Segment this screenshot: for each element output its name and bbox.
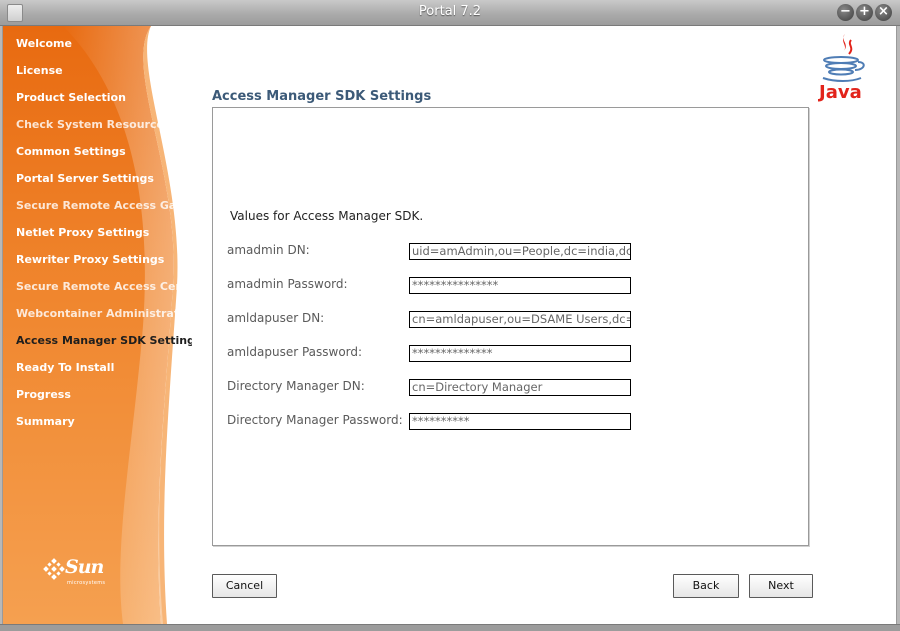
step-netlet-proxy-settings: Netlet Proxy Settings <box>16 226 150 239</box>
sun-logo-text: Sun <box>65 556 104 578</box>
next-button[interactable]: Next <box>749 574 813 598</box>
window-title: Portal 7.2 <box>418 4 482 19</box>
amadmin-password-label: amadmin Password: <box>227 277 348 291</box>
step-portal-server-settings: Portal Server Settings <box>16 172 154 185</box>
step-secure-remote-access-gateway: Secure Remote Access Gateway <box>16 199 192 212</box>
step-product-selection: Product Selection <box>16 91 126 104</box>
amldapuser-dn-label: amldapuser DN: <box>227 311 325 325</box>
java-logo-text: Java <box>819 82 862 103</box>
amldapuser-dn-field[interactable]: cn=amldapuser,ou=DSAME Users,dc=india,dc… <box>409 311 631 328</box>
steps-list: Welcome License Product Selection Check … <box>16 37 192 442</box>
step-access-manager-sdk-settings: Access Manager SDK Settings <box>16 334 192 347</box>
minimize-icon[interactable]: − <box>837 4 854 21</box>
step-progress: Progress <box>16 388 71 401</box>
step-summary: Summary <box>16 415 75 428</box>
step-check-system-resources: Check System Resources <box>16 118 171 131</box>
installer-window: Welcome License Product Selection Check … <box>2 26 897 624</box>
back-button[interactable]: Back <box>673 574 739 598</box>
step-common-settings: Common Settings <box>16 145 126 158</box>
sun-logo-subtext: microsystems <box>67 580 106 586</box>
amldapuser-password-label: amldapuser Password: <box>227 345 363 359</box>
directory-manager-password-field[interactable]: ********** <box>409 413 631 430</box>
amadmin-dn-label: amadmin DN: <box>227 243 310 257</box>
amadmin-password-field[interactable]: *************** <box>409 277 631 294</box>
step-secure-remote-access-certificate: Secure Remote Access Certificate <box>16 280 192 293</box>
settings-panel: Values for Access Manager SDK. amadmin D… <box>212 107 809 546</box>
cancel-button[interactable]: Cancel <box>212 574 277 598</box>
amldapuser-password-field[interactable]: ************** <box>409 345 631 362</box>
step-welcome: Welcome <box>16 37 72 50</box>
step-rewriter-proxy-settings: Rewriter Proxy Settings <box>16 253 165 266</box>
intro-text: Values for Access Manager SDK. <box>230 209 424 223</box>
directory-manager-password-label: Directory Manager Password: <box>227 413 403 427</box>
directory-manager-dn-field[interactable]: cn=Directory Manager <box>409 379 631 396</box>
step-ready-to-install: Ready To Install <box>16 361 115 374</box>
close-icon[interactable]: × <box>875 4 892 21</box>
step-webcontainer-administration: Webcontainer Administration Settings <box>16 307 192 320</box>
directory-manager-dn-label: Directory Manager DN: <box>227 379 365 393</box>
step-license: License <box>16 64 63 77</box>
java-cup-icon <box>822 34 865 82</box>
page-title: Access Manager SDK Settings <box>212 89 432 104</box>
title-bar[interactable]: Portal 7.2 − + × <box>0 0 900 26</box>
amadmin-dn-field[interactable]: uid=amAdmin,ou=People,dc=india,dc=sun,dc… <box>409 243 631 260</box>
maximize-icon[interactable]: + <box>856 4 873 21</box>
sun-emblem-icon <box>43 558 65 580</box>
java-logo: Java <box>811 32 875 108</box>
